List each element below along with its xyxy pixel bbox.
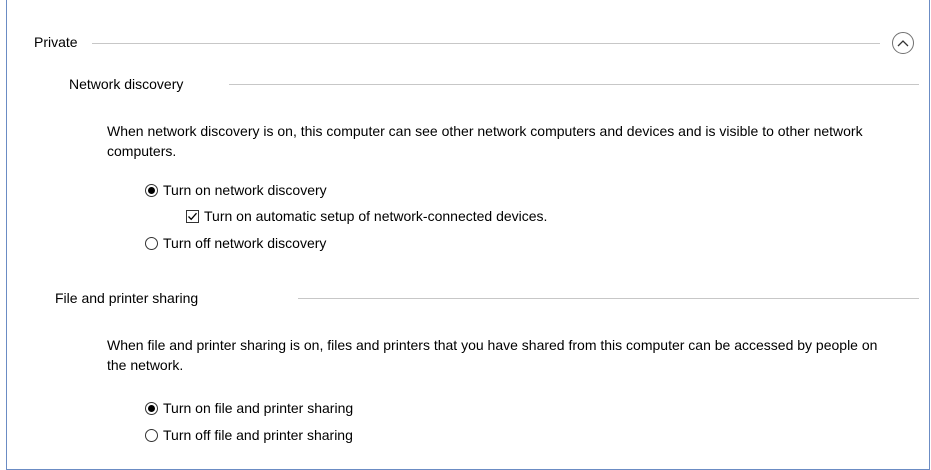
checkmark-icon [188, 212, 197, 220]
radio-button-unselected[interactable] [145, 236, 158, 250]
radio-turn-off-network-discovery[interactable]: Turn off network discovery [145, 234, 326, 252]
group-header-file-printer-sharing: File and printer sharing [55, 288, 919, 308]
group-header-network-discovery: Network discovery [69, 74, 919, 94]
radio-button-selected[interactable] [145, 183, 158, 197]
collapse-section-button[interactable] [892, 32, 914, 54]
group-divider [229, 84, 919, 85]
radio-turn-off-file-printer-sharing[interactable]: Turn off file and printer sharing [145, 426, 353, 444]
checkbox-checked[interactable] [186, 209, 199, 223]
radio-turn-on-network-discovery[interactable]: Turn on network discovery [145, 181, 327, 199]
radio-turn-on-file-printer-sharing[interactable]: Turn on file and printer sharing [145, 399, 353, 417]
section-title: Private [34, 32, 84, 52]
radio-label: Turn off file and printer sharing [163, 427, 353, 443]
radio-label: Turn off network discovery [163, 235, 327, 251]
section-header-private: Private [34, 32, 914, 56]
radio-button-selected[interactable] [145, 401, 158, 415]
network-discovery-description: When network discovery is on, this compu… [107, 123, 863, 159]
checkbox-automatic-setup[interactable]: Turn on automatic setup of network-conne… [186, 207, 547, 225]
section-divider [92, 43, 880, 44]
group-divider [298, 298, 919, 299]
checkbox-label: Turn on automatic setup of network-conne… [204, 208, 548, 224]
group-title-file-printer-sharing: File and printer sharing [55, 288, 207, 308]
radio-label: Turn on network discovery [163, 182, 327, 198]
group-title-network-discovery: Network discovery [69, 74, 192, 94]
file-printer-sharing-description: When file and printer sharing is on, fil… [107, 337, 878, 373]
radio-button-unselected[interactable] [145, 428, 158, 442]
radio-label: Turn on file and printer sharing [163, 400, 354, 416]
chevron-up-icon [897, 40, 909, 47]
